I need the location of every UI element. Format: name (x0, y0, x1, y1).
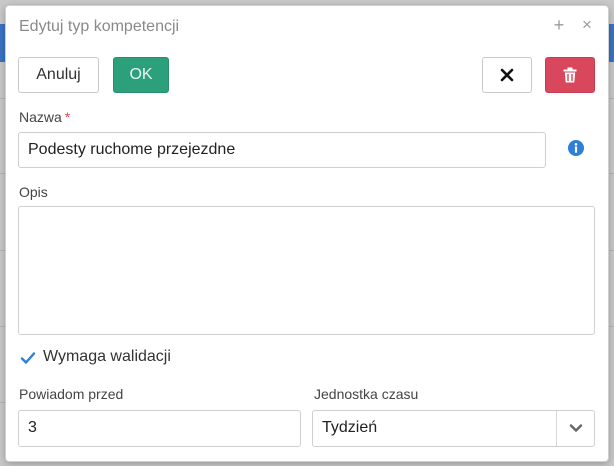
notify-before-label: Powiadom przed (19, 386, 124, 402)
ok-button[interactable]: OK (113, 57, 169, 93)
dialog-title: Edytuj typ kompetencji (19, 18, 180, 35)
notify-before-input[interactable]: 3 (18, 410, 301, 447)
checkmark-icon[interactable] (20, 350, 36, 366)
cancel-button[interactable]: Anuluj (18, 57, 99, 93)
time-unit-label: Jednostka czasu (314, 386, 419, 402)
delete-button[interactable] (545, 57, 595, 93)
close-x-icon (500, 68, 514, 82)
time-unit-select[interactable]: Tydzień (312, 410, 595, 447)
name-input[interactable]: Podesty ruchome przejezdne (18, 132, 546, 168)
name-label-text: Nazwa (19, 109, 62, 125)
required-marker: * (64, 109, 71, 125)
trash-icon (563, 67, 577, 83)
info-icon[interactable] (568, 140, 584, 156)
maximize-plus-icon[interactable]: + (549, 14, 569, 36)
name-label: Nazwa * (19, 109, 70, 125)
chevron-down-icon (569, 424, 583, 432)
select-toggle[interactable] (556, 411, 594, 446)
dialog-titlebar[interactable]: Edytuj typ kompetencji + × (6, 6, 608, 48)
close-dialog-icon[interactable]: × (577, 14, 597, 36)
requires-validation-label: Wymaga walidacji (43, 348, 171, 365)
clear-button[interactable] (482, 57, 532, 93)
description-textarea[interactable] (18, 206, 595, 335)
description-label: Opis (19, 184, 48, 200)
time-unit-value: Tydzień (322, 419, 378, 436)
edit-competency-type-dialog: Edytuj typ kompetencji + × Anuluj OK Naz… (5, 5, 609, 462)
